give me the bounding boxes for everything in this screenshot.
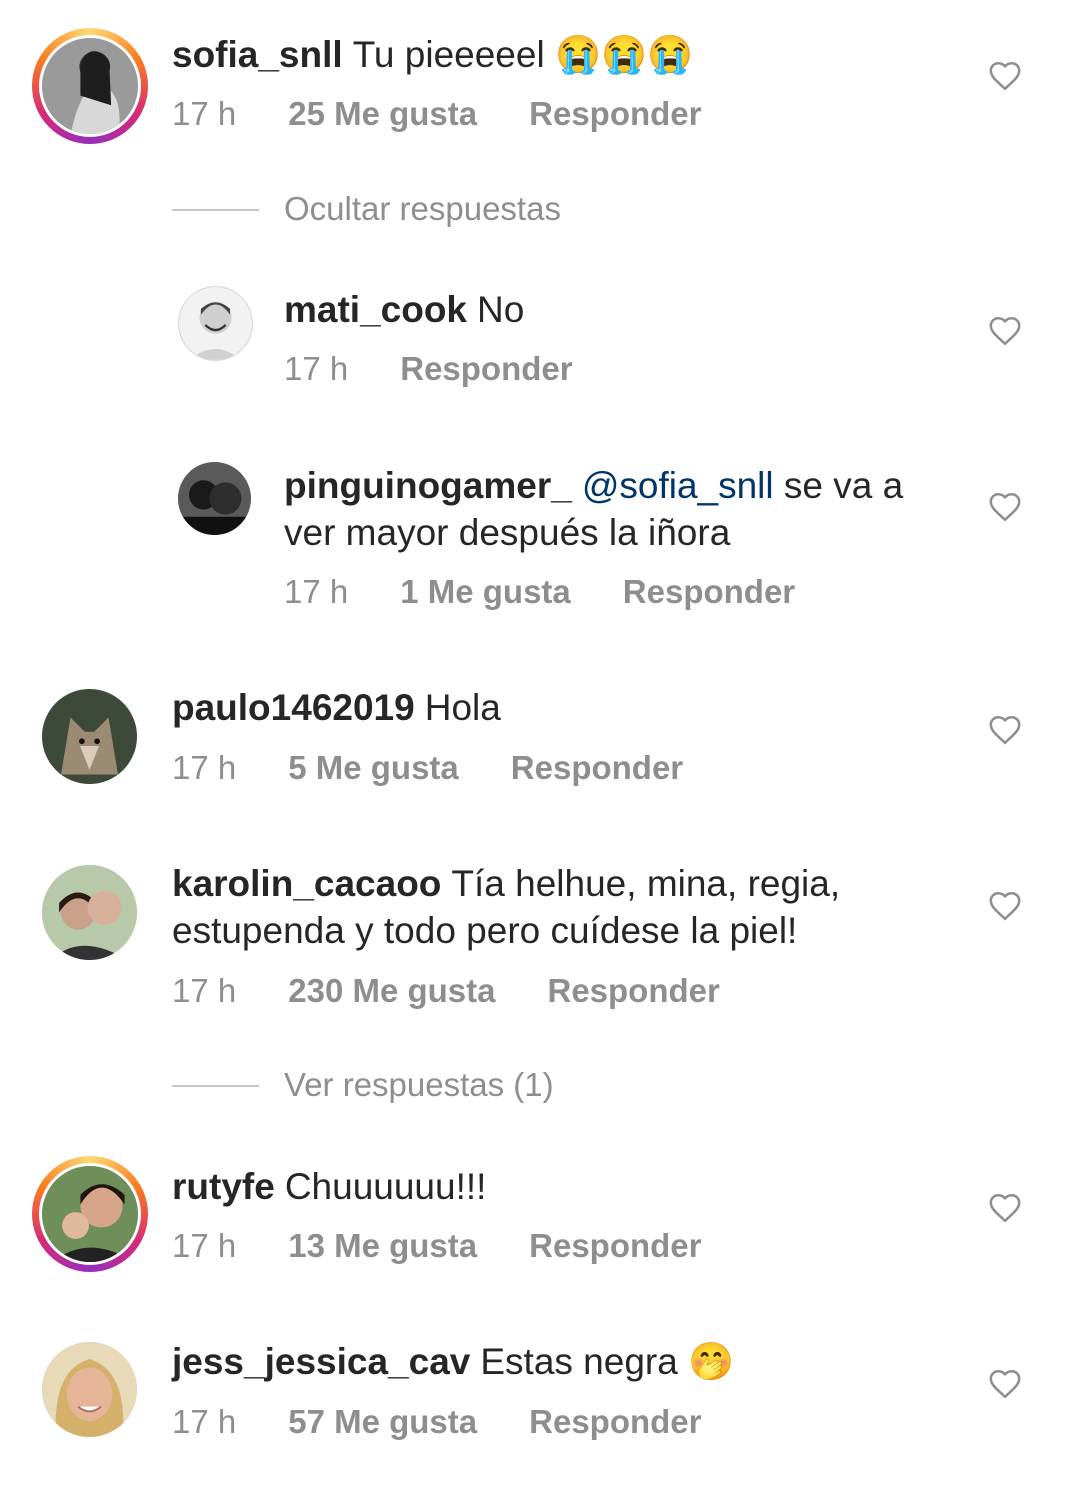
reply-button[interactable]: Responder	[547, 972, 719, 1010]
comment-meta: 17 h 5 Me gusta Responder	[172, 749, 683, 787]
comment-likes[interactable]: 13 Me gusta	[288, 1227, 477, 1265]
hide-replies-label[interactable]: Ocultar respuestas	[284, 186, 561, 232]
comment-username[interactable]: mati_cook	[284, 289, 467, 330]
comment-meta: 17 h 13 Me gusta Responder	[172, 1227, 702, 1265]
comment-body: Hola	[424, 687, 501, 728]
comment-time: 17 h	[284, 573, 349, 610]
reply-button[interactable]: Responder	[529, 1403, 701, 1441]
comment-likes[interactable]: 25 Me gusta	[288, 95, 477, 133]
comment-body: Tu pieeeeel 😭😭😭	[352, 34, 694, 75]
comment-username[interactable]: pinguinogamer_	[284, 465, 572, 506]
reply-button[interactable]: Responder	[529, 1227, 701, 1265]
comment-text: jess_jessica_cav Estas negra 🤭	[172, 1338, 932, 1385]
comment-body: No	[477, 289, 525, 330]
comment-text: sofia_snll Tu pieeeeel 😭😭😭	[172, 31, 932, 78]
comment-likes[interactable]: 5 Me gusta	[288, 749, 459, 787]
avatar[interactable]	[42, 1342, 137, 1437]
comment-meta: 17 h Responder	[284, 350, 573, 388]
heart-outline-icon[interactable]	[988, 314, 1022, 348]
comment-meta: 17 h 57 Me gusta Responder	[172, 1403, 702, 1441]
comment-likes[interactable]: 230 Me gusta	[288, 972, 495, 1010]
heart-outline-icon[interactable]	[988, 490, 1022, 524]
heart-outline-icon[interactable]	[988, 889, 1022, 923]
comment-time: 17 h	[172, 95, 237, 132]
reply-button[interactable]: Responder	[511, 749, 683, 787]
mention-link[interactable]: @sofia_snll	[582, 465, 774, 506]
comment-text: mati_cook No	[284, 286, 924, 333]
comment-text: rutyfe Chuuuuuu!!!	[172, 1163, 932, 1210]
avatar[interactable]	[178, 286, 253, 361]
comment-time: 17 h	[172, 972, 237, 1009]
story-ring[interactable]	[32, 28, 148, 144]
comment-time: 17 h	[284, 350, 349, 387]
comment-time: 17 h	[172, 1227, 237, 1264]
comment-username[interactable]: karolin_cacaoo	[172, 863, 441, 904]
comment-username[interactable]: paulo1462019	[172, 687, 415, 728]
reply-button[interactable]: Responder	[529, 95, 701, 133]
comment-body: Chuuuuuu!!!	[284, 1166, 487, 1207]
avatar[interactable]	[39, 35, 141, 137]
comment-time: 17 h	[172, 749, 237, 786]
avatar[interactable]	[39, 1163, 141, 1265]
heart-outline-icon[interactable]	[988, 1191, 1022, 1225]
comment-text: pinguinogamer_ @sofia_snll se va a ver ma…	[284, 462, 934, 556]
comment-likes[interactable]: 57 Me gusta	[288, 1403, 477, 1441]
divider-line	[172, 1085, 259, 1087]
avatar[interactable]	[42, 689, 137, 784]
comment-text: karolin_cacaoo Tía helhue, mina, regia, e…	[172, 860, 932, 954]
story-ring[interactable]	[32, 1156, 148, 1272]
comment-username[interactable]: sofia_snll	[172, 34, 343, 75]
comment-username[interactable]: jess_jessica_cav	[172, 1341, 470, 1382]
comment-meta: 17 h 25 Me gusta Responder	[172, 95, 702, 133]
view-replies-label[interactable]: Ver respuestas (1)	[284, 1062, 554, 1108]
comment-username[interactable]: rutyfe	[172, 1166, 275, 1207]
avatar[interactable]	[178, 462, 251, 535]
reply-button[interactable]: Responder	[400, 350, 572, 388]
heart-outline-icon[interactable]	[988, 59, 1022, 93]
comment-likes[interactable]: 1 Me gusta	[400, 573, 571, 611]
divider-line	[172, 209, 259, 211]
reply-button[interactable]: Responder	[623, 573, 795, 611]
comment-body: Estas negra 🤭	[480, 1341, 735, 1382]
heart-outline-icon[interactable]	[988, 713, 1022, 747]
comment-text: paulo1462019 Hola	[172, 684, 932, 731]
comment-meta: 17 h 1 Me gusta Responder	[284, 573, 795, 611]
avatar[interactable]	[42, 865, 137, 960]
comment-meta: 17 h 230 Me gusta Responder	[172, 972, 720, 1010]
comment-time: 17 h	[172, 1403, 237, 1440]
heart-outline-icon[interactable]	[988, 1367, 1022, 1401]
